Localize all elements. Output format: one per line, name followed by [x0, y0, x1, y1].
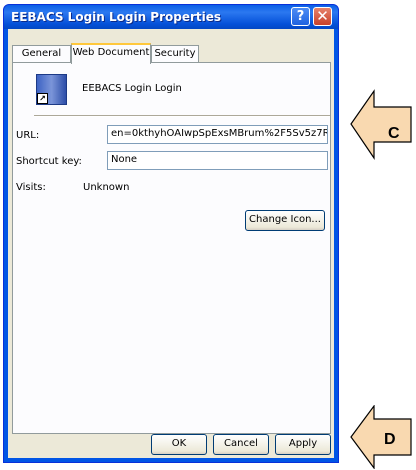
tab-web-document[interactable]: Web Document — [71, 43, 151, 64]
properties-dialog: EEBACS Login Login Properties ? ✕ Genera… — [3, 4, 339, 463]
cancel-button[interactable]: Cancel — [213, 434, 269, 455]
tab-security[interactable]: Security — [151, 45, 199, 62]
window-title: EEBACS Login Login Properties — [11, 10, 222, 24]
visits-label: Visits: — [16, 182, 46, 193]
tab-general[interactable]: General — [12, 45, 71, 62]
separator — [34, 115, 330, 117]
ok-button[interactable]: OK — [151, 434, 207, 455]
change-icon-button[interactable]: Change Icon... — [245, 210, 325, 231]
url-field[interactable]: en=0kthyhOAIwpSpExsMBrum%2F5Sv5z7RIj8w| — [107, 125, 328, 144]
callout-arrow-c — [350, 89, 412, 160]
shortcut-name: EEBACS Login Login — [82, 83, 182, 94]
visits-value: Unknown — [83, 182, 130, 193]
title-bar[interactable]: EEBACS Login Login Properties ? ✕ — [4, 5, 338, 29]
tab-panel: ↗ EEBACS Login Login URL: en=0kthyhOAIwp… — [12, 62, 331, 434]
callout-arrow-d — [350, 405, 412, 469]
dialog-client-area: General Web Document Security ↗ EEBACS L… — [8, 29, 334, 458]
url-label: URL: — [16, 130, 40, 141]
close-button[interactable]: ✕ — [313, 7, 332, 26]
shortcut-key-field[interactable]: None — [107, 151, 328, 170]
callout-letter-c: C — [388, 125, 400, 142]
shortcut-arrow-icon: ↗ — [37, 93, 48, 104]
internet-shortcut-icon: ↗ — [36, 74, 67, 105]
callout-letter-d: D — [384, 431, 396, 448]
apply-button[interactable]: Apply — [275, 434, 331, 455]
help-button[interactable]: ? — [291, 7, 310, 26]
shortcut-key-label: Shortcut key: — [16, 156, 82, 167]
